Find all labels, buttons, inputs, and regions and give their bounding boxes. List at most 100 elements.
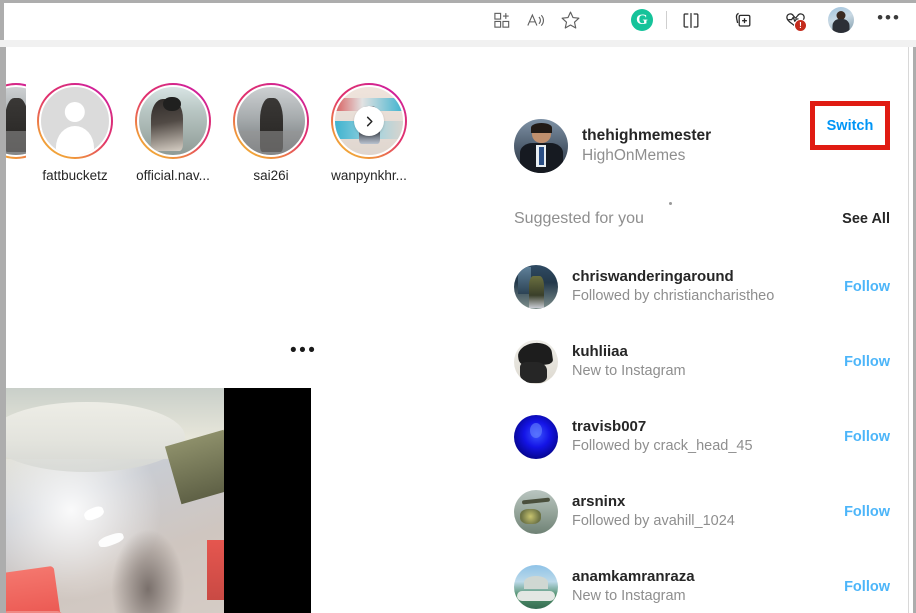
browser-profile-button[interactable] — [824, 5, 858, 35]
list-item[interactable]: chriswanderingaround Followed by christi… — [514, 249, 902, 324]
account-fullname: HighOnMemes — [582, 147, 686, 164]
toolbar-divider — [666, 11, 667, 29]
story-ring — [135, 83, 211, 159]
story-item-fattbucketz[interactable]: fattbucketz — [26, 83, 124, 183]
post-more-options-button[interactable]: ••• — [290, 341, 317, 360]
account-avatar[interactable] — [514, 119, 568, 173]
stories-tray[interactable]: fattbucketz official.nav... sai26i wanpy… — [6, 83, 446, 218]
story-avatar — [6, 85, 26, 157]
toolbar-actions-group — [483, 4, 589, 36]
list-item[interactable]: travisb007 Followed by crack_head_45 Fol… — [514, 399, 902, 474]
split-screen-add-icon[interactable] — [485, 5, 519, 35]
suggestion-avatar[interactable] — [514, 564, 558, 609]
suggestion-text: travisb007 Followed by crack_head_45 — [572, 418, 844, 455]
browser-toolbar: G ! ••• — [0, 0, 916, 40]
feed-column: fattbucketz official.nav... sai26i wanpy… — [6, 47, 502, 613]
story-ring — [233, 83, 309, 159]
sidebar: thehighmemester HighOnMemes Switch Sugge… — [508, 47, 908, 613]
suggestion-text: arsninx Followed by avahill_1024 — [572, 493, 844, 530]
follow-button[interactable]: Follow — [844, 279, 890, 295]
switch-button[interactable]: Switch — [827, 118, 874, 134]
follow-button[interactable]: Follow — [844, 579, 890, 595]
suggestion-subtitle: New to Instagram — [572, 587, 686, 604]
media-red-edge — [206, 540, 224, 601]
see-all-link[interactable]: See All — [842, 211, 890, 227]
avatar — [828, 7, 854, 33]
media-highlight-a — [83, 504, 106, 522]
post-header: ••• — [6, 319, 502, 388]
follow-button[interactable]: Follow — [844, 429, 890, 445]
grammarly-logo: G — [631, 9, 653, 31]
default-avatar-head-icon — [64, 101, 86, 123]
grammarly-extension-icon[interactable]: G — [625, 5, 659, 35]
toolbar-bottom-strip — [0, 40, 916, 47]
avatar-tie — [538, 147, 544, 166]
list-item[interactable]: kuhliiaa New to Instagram Follow — [514, 324, 902, 399]
avatar-hair — [530, 123, 553, 134]
suggestion-subtitle: Followed by christiancharistheo — [572, 287, 775, 304]
story-username: official.nav... — [136, 168, 210, 183]
story-ring — [6, 83, 26, 159]
split-screen-icon[interactable] — [674, 5, 708, 35]
list-item[interactable]: anamkamranraza New to Instagram Follow — [514, 549, 902, 613]
story-ring — [331, 83, 407, 159]
suggestion-avatar[interactable] — [514, 264, 558, 309]
suggestion-text: anamkamranraza New to Instagram — [572, 568, 844, 605]
favorites-star-icon[interactable] — [553, 5, 587, 35]
story-item-wanpynkhr[interactable]: wanpynkhr... — [320, 83, 418, 183]
story-item[interactable] — [6, 83, 26, 168]
post-media-image — [6, 388, 240, 613]
window-left-edge — [0, 0, 4, 40]
follow-button[interactable]: Follow — [844, 504, 890, 520]
suggestion-avatar[interactable] — [514, 339, 558, 384]
story-avatar — [39, 85, 111, 157]
browser-window: G ! ••• fattbucketz official.nav... sai2… — [0, 0, 916, 613]
suggestion-subtitle: New to Instagram — [572, 362, 686, 379]
suggestion-username[interactable]: kuhliiaa — [572, 343, 844, 361]
suggestion-username[interactable]: travisb007 — [572, 418, 844, 436]
account-text: thehighmemester HighOnMemes — [582, 127, 711, 166]
chevron-right-icon[interactable] — [354, 106, 384, 136]
suggested-header: Suggested for you See All — [514, 207, 902, 231]
suggested-title: Suggested for you — [514, 210, 644, 227]
story-item-sai26i[interactable]: sai26i — [222, 83, 320, 183]
switch-button-highlight: Switch — [810, 101, 890, 150]
suggestion-text: chriswanderingaround Followed by christi… — [572, 268, 844, 305]
story-avatar — [137, 85, 209, 157]
instagram-page: fattbucketz official.nav... sai26i wanpy… — [0, 47, 916, 613]
story-username: fattbucketz — [42, 168, 108, 183]
suggestion-username[interactable]: chriswanderingaround — [572, 268, 844, 286]
story-username: sai26i — [253, 168, 289, 183]
window-top-edge — [0, 0, 916, 3]
follow-button[interactable]: Follow — [844, 354, 890, 370]
avatar-body — [832, 19, 850, 33]
story-ring — [37, 83, 113, 159]
suggestion-subtitle: Followed by avahill_1024 — [572, 512, 735, 529]
read-aloud-icon[interactable] — [519, 5, 553, 35]
suggestion-username[interactable]: anamkamranraza — [572, 568, 844, 586]
default-avatar-body-icon — [55, 126, 95, 155]
post-media-letterbox — [224, 388, 311, 613]
sidebar-divider — [508, 47, 509, 613]
browser-settings-more-button[interactable]: ••• — [872, 5, 906, 35]
collections-icon[interactable] — [726, 5, 760, 35]
browser-essentials-icon[interactable]: ! — [778, 5, 812, 35]
story-item-official-nav[interactable]: official.nav... — [124, 83, 222, 183]
account-username[interactable]: thehighmemester — [582, 127, 711, 145]
suggestions-list: chriswanderingaround Followed by christi… — [514, 249, 902, 613]
suggestion-avatar[interactable] — [514, 414, 558, 459]
post-media[interactable] — [6, 388, 311, 613]
story-username: wanpynkhr... — [331, 168, 407, 183]
post-card: ••• — [6, 319, 502, 613]
status-dot — [669, 202, 672, 205]
media-red-clip — [6, 565, 63, 613]
overflow-dots: ••• — [877, 7, 901, 27]
suggestion-text: kuhliiaa New to Instagram — [572, 343, 844, 380]
suggestion-avatar[interactable] — [514, 489, 558, 534]
media-dark-blob — [110, 529, 185, 613]
suggestion-username[interactable]: arsninx — [572, 493, 844, 511]
suggestion-subtitle: Followed by crack_head_45 — [572, 437, 753, 454]
media-jar-lip — [6, 401, 185, 473]
list-item[interactable]: arsninx Followed by avahill_1024 Follow — [514, 474, 902, 549]
story-avatar — [235, 85, 307, 157]
